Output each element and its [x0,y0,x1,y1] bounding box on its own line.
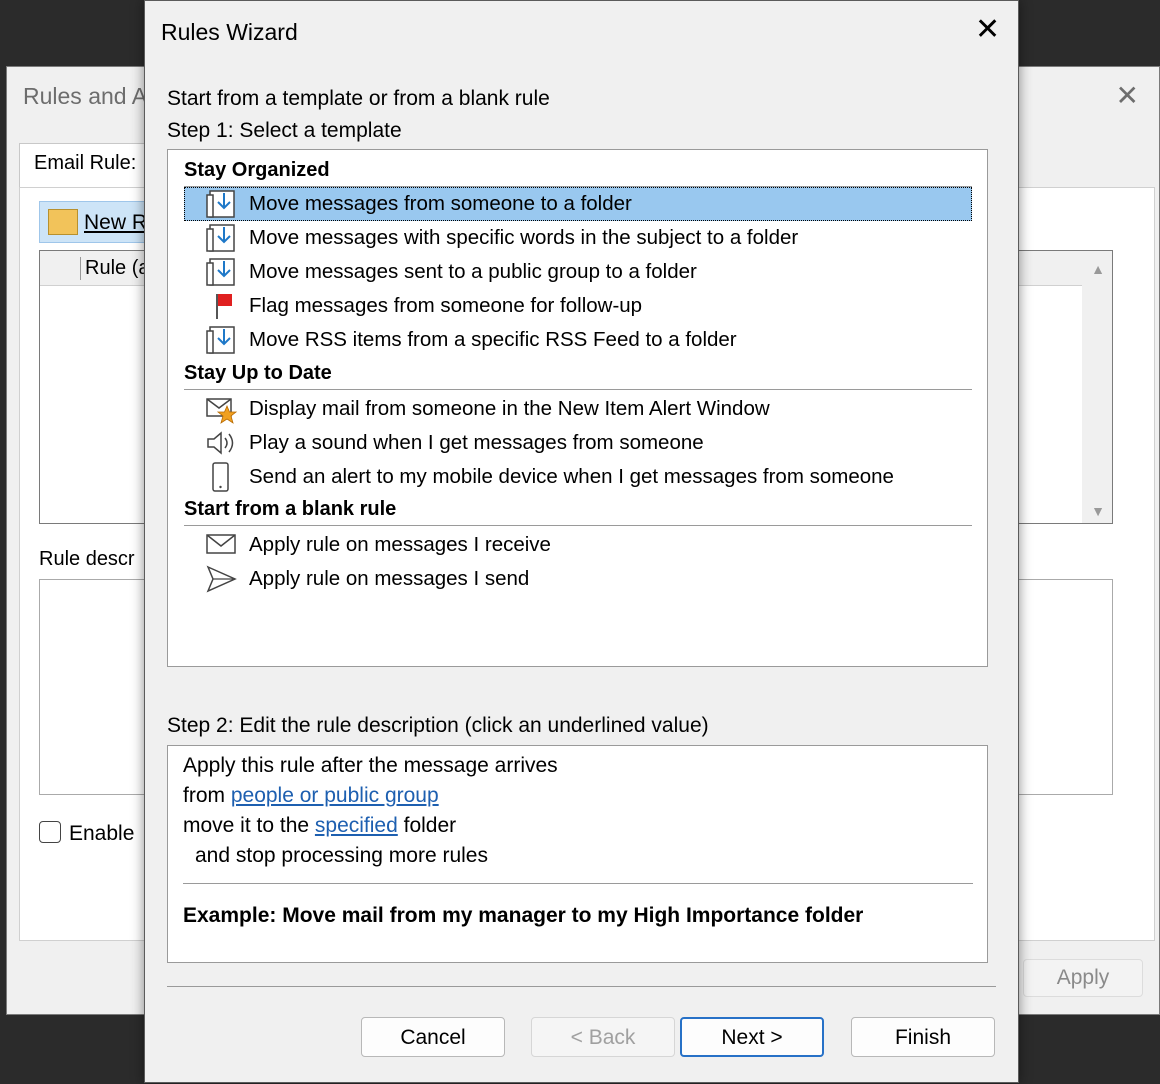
template-label: Send an alert to my mobile device when I… [249,465,894,488]
new-rule-icon [48,209,78,235]
tab-email-rules-label: Email Rule: [34,152,137,174]
template-label: Apply rule on messages I receive [249,533,551,556]
template-flag-follow-up[interactable]: Flag messages from someone for follow-up [184,289,972,323]
people-or-group-link[interactable]: people or public group [231,784,439,807]
group-blank-rule: Start from a blank rule [184,493,972,526]
finish-button[interactable]: Finish [851,1017,995,1057]
template-move-specific-words[interactable]: Move messages with specific words in the… [184,221,972,255]
template-label: Display mail from someone in the New Ite… [249,397,770,420]
enable-checkbox-label: Enable [69,822,135,845]
enable-checkbox-box[interactable] [39,821,61,843]
description-example: Example: Move mail from my manager to my… [183,904,864,927]
step2-label: Step 2: Edit the rule description (click… [167,714,709,737]
enable-checkbox[interactable]: Enable [39,821,134,846]
template-rule-receive[interactable]: Apply rule on messages I receive [184,528,972,562]
move-to-folder-icon [206,258,235,286]
rules-and-alerts-close-icon[interactable]: ✕ [1116,79,1139,112]
new-rule-label: New R [84,211,148,234]
template-label: Move messages sent to a public group to … [249,260,697,283]
desc-line-2: from people or public group [183,784,439,808]
template-move-rss[interactable]: Move RSS items from a specific RSS Feed … [184,323,972,357]
template-rule-send[interactable]: Apply rule on messages I send [184,562,972,596]
template-label: Apply rule on messages I send [249,567,530,590]
template-label: Move messages from someone to a folder [249,192,632,215]
send-arrow-icon [206,565,237,593]
step1-label: Step 1: Select a template [167,119,402,142]
rule-description-label: Rule descr [39,548,135,570]
flag-icon [216,294,232,319]
specified-folder-link[interactable]: specified [315,814,398,837]
group-stay-organized: Stay Organized [184,154,972,187]
template-label: Flag messages from someone for follow-up [249,294,643,317]
back-button[interactable]: < Back [531,1017,675,1057]
move-to-folder-icon [206,326,235,354]
next-button[interactable]: Next > [680,1017,824,1057]
rule-description: Apply this rule after the message arrive… [167,745,988,963]
move-to-folder-icon [206,224,235,252]
tab-email-rules[interactable]: Email Rule: [19,143,151,190]
desc-line-3-prefix: move it to the [183,814,315,837]
template-list[interactable]: Stay Organized Move messages from someon… [167,149,988,667]
scroll-down-icon[interactable]: ▼ [1091,503,1105,519]
group-stay-up-to-date: Stay Up to Date [184,357,972,390]
close-icon[interactable]: ✕ [975,15,1000,45]
move-to-folder-icon [206,190,235,218]
mobile-device-icon [212,462,229,492]
template-move-from-someone[interactable]: Move messages from someone to a folder [184,187,972,221]
dialog-title: Rules Wizard [161,19,298,45]
desc-line-2-prefix: from [183,784,231,807]
envelope-icon [206,534,236,554]
template-play-sound[interactable]: Play a sound when I get messages from so… [184,426,972,460]
template-mobile-alert[interactable]: Send an alert to my mobile device when I… [184,460,972,494]
mail-alert-star-icon [206,398,237,424]
scroll-up-icon[interactable]: ▲ [1091,261,1105,277]
footer-separator [167,986,996,987]
description-separator [183,883,973,884]
desc-line-4: and stop processing more rules [195,844,488,867]
speaker-icon [207,431,234,455]
rules-list-scrollbar[interactable]: ▲ ▼ [1082,251,1112,523]
rules-wizard-dialog: Rules Wizard ✕ Start from a template or … [144,0,1019,1083]
template-move-public-group[interactable]: Move messages sent to a public group to … [184,255,972,289]
apply-button[interactable]: Apply [1023,959,1143,997]
desc-line-3: move it to the specified folder [183,814,456,838]
template-new-item-alert[interactable]: Display mail from someone in the New Ite… [184,392,972,426]
cancel-button[interactable]: Cancel [361,1017,505,1057]
rules-and-alerts-title: Rules and A [23,83,148,109]
template-label: Play a sound when I get messages from so… [249,431,704,454]
column-header-rule[interactable]: Rule (a [80,257,149,280]
desc-line-1: Apply this rule after the message arrive… [183,754,558,777]
template-label: Move RSS items from a specific RSS Feed … [249,328,737,351]
desc-line-3-suffix: folder [397,814,457,837]
template-label: Move messages with specific words in the… [249,226,799,249]
intro-text: Start from a template or from a blank ru… [167,87,550,110]
